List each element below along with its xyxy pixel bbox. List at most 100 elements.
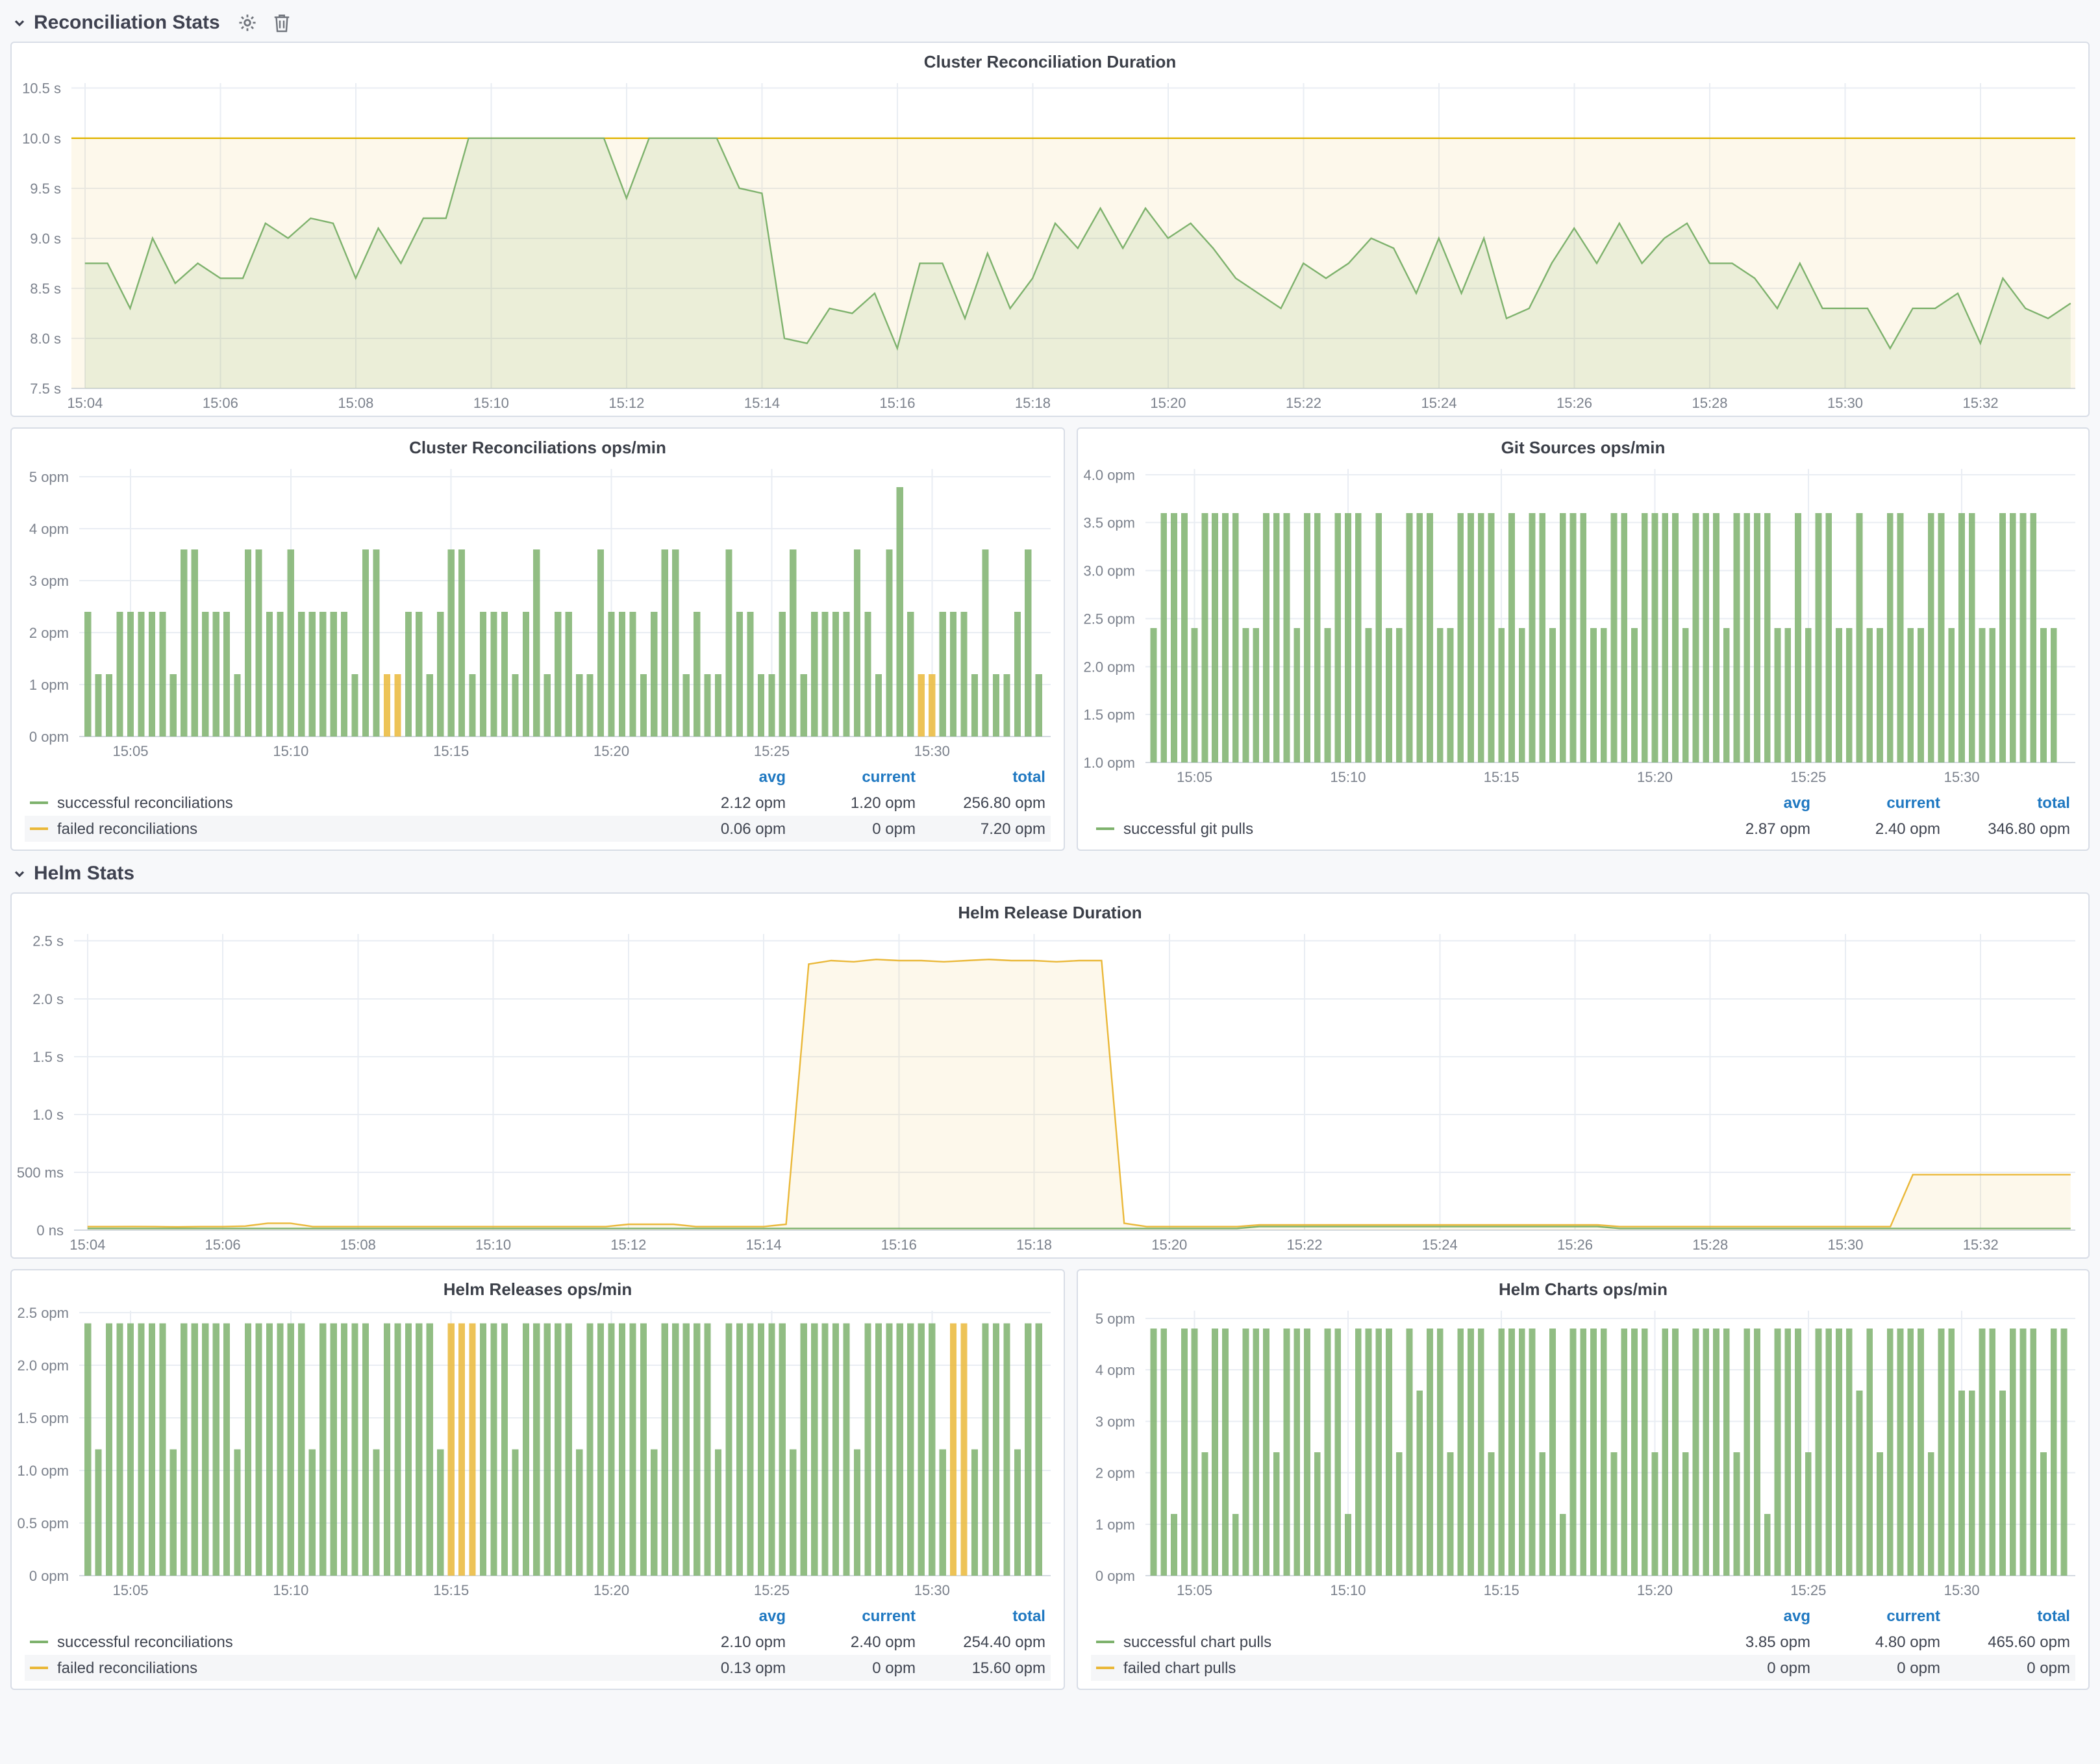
legend-column-current[interactable]: current: [791, 1603, 921, 1629]
legend-value: 346.80 opm: [1945, 816, 2075, 842]
legend-series-name[interactable]: successful reconciliations: [57, 794, 233, 812]
legend-value: 0 opm: [791, 816, 921, 842]
legend-value: 0 opm: [791, 1655, 921, 1681]
legend-helm-charts: avgcurrenttotalsuccessful chart pulls3.8…: [1078, 1603, 2088, 1689]
panel-title[interactable]: Helm Releases ops/min: [12, 1270, 1064, 1302]
svg-text:15:30: 15:30: [1827, 395, 1863, 411]
legend-git-sources: avgcurrenttotalsuccessful git pulls2.87 …: [1078, 790, 2088, 850]
legend-value: 2.10 opm: [661, 1629, 791, 1655]
legend-series-name[interactable]: failed reconciliations: [57, 820, 197, 838]
svg-text:15:28: 15:28: [1692, 1237, 1728, 1253]
svg-text:15:25: 15:25: [754, 743, 790, 759]
chart-helm-releases-opm[interactable]: 15:0515:1015:1515:2015:2515:300 opm0.5 o…: [12, 1302, 1064, 1603]
svg-text:15:25: 15:25: [1790, 1582, 1826, 1598]
legend-column-avg[interactable]: avg: [661, 1603, 791, 1629]
svg-text:500 ms: 500 ms: [17, 1165, 64, 1181]
gear-icon[interactable]: [238, 13, 258, 32]
legend-column-current[interactable]: current: [1816, 1603, 1945, 1629]
svg-text:15:32: 15:32: [1963, 395, 1999, 411]
panel-title[interactable]: Cluster Reconciliations ops/min: [12, 429, 1064, 460]
svg-text:15:25: 15:25: [1790, 769, 1826, 785]
legend-value: 0.13 opm: [661, 1655, 791, 1681]
chart-cluster-reconciliation-duration[interactable]: 15:0415:0615:0815:1015:1215:1415:1615:18…: [12, 74, 2088, 416]
svg-text:15:24: 15:24: [1421, 395, 1456, 411]
section-header-reconciliation-stats[interactable]: Reconciliation Stats: [0, 0, 2100, 42]
legend-column-current[interactable]: current: [1816, 790, 1945, 816]
svg-text:2 opm: 2 opm: [1095, 1465, 1135, 1481]
legend-row: successful chart pulls3.85 opm4.80 opm46…: [1091, 1629, 2075, 1655]
legend-series-name[interactable]: successful reconciliations: [57, 1633, 233, 1651]
legend-column-total[interactable]: total: [921, 764, 1051, 790]
panel-helm-charts-opm: Helm Charts ops/min 15:0515:1015:1515:20…: [1077, 1269, 2090, 1690]
svg-text:9.5 s: 9.5 s: [30, 181, 61, 197]
panel-title[interactable]: Git Sources ops/min: [1078, 429, 2088, 460]
svg-text:10.0 s: 10.0 s: [22, 131, 61, 147]
svg-text:15:10: 15:10: [273, 1582, 308, 1598]
svg-text:0 opm: 0 opm: [1095, 1568, 1135, 1584]
svg-text:4 opm: 4 opm: [29, 521, 69, 537]
svg-text:1 opm: 1 opm: [29, 677, 69, 693]
legend-value: 4.80 opm: [1816, 1629, 1945, 1655]
legend-value: 0.06 opm: [661, 816, 791, 842]
svg-text:15:06: 15:06: [205, 1237, 241, 1253]
trash-icon[interactable]: [273, 13, 292, 32]
legend-series-name[interactable]: failed chart pulls: [1123, 1659, 1236, 1677]
svg-text:15:16: 15:16: [881, 1237, 917, 1253]
svg-text:15:28: 15:28: [1692, 395, 1727, 411]
legend-series-name[interactable]: successful git pulls: [1123, 820, 1253, 838]
legend-column-total[interactable]: total: [1945, 790, 2075, 816]
chart-helm-release-duration[interactable]: 15:0415:0615:0815:1015:1215:1415:1615:18…: [12, 925, 2088, 1257]
svg-text:15:08: 15:08: [340, 1237, 376, 1253]
chevron-down-icon[interactable]: [13, 16, 26, 29]
svg-text:15:15: 15:15: [1484, 769, 1519, 785]
svg-text:1.0 s: 1.0 s: [32, 1107, 64, 1123]
svg-text:5 opm: 5 opm: [29, 469, 69, 485]
chart-helm-charts-opm[interactable]: 15:0515:1015:1515:2015:2515:300 opm1 opm…: [1078, 1302, 2088, 1603]
svg-text:15:30: 15:30: [1944, 769, 1980, 785]
chart-cluster-reconciliations-opm[interactable]: 15:0515:1015:1515:2015:2515:300 opm1 opm…: [12, 460, 1064, 764]
svg-text:2.0 s: 2.0 s: [32, 991, 64, 1007]
svg-text:15:14: 15:14: [744, 395, 780, 411]
legend-value: 2.40 opm: [791, 1629, 921, 1655]
legend-value: 0 opm: [1686, 1655, 1816, 1681]
legend-column-total[interactable]: total: [921, 1603, 1051, 1629]
svg-text:15:30: 15:30: [1827, 1237, 1863, 1253]
svg-text:15:22: 15:22: [1286, 1237, 1322, 1253]
legend-column-total[interactable]: total: [1945, 1603, 2075, 1629]
panel-title[interactable]: Helm Release Duration: [12, 894, 2088, 925]
legend-column-avg[interactable]: avg: [1686, 1603, 1816, 1629]
svg-text:2 opm: 2 opm: [29, 625, 69, 641]
svg-text:15:10: 15:10: [1330, 1582, 1366, 1598]
panel-title[interactable]: Cluster Reconciliation Duration: [12, 43, 2088, 74]
legend-column-avg[interactable]: avg: [1686, 790, 1816, 816]
svg-text:15:32: 15:32: [1963, 1237, 1999, 1253]
svg-text:1.0 opm: 1.0 opm: [1084, 755, 1136, 771]
legend-value: 1.20 opm: [791, 790, 921, 816]
svg-text:15:05: 15:05: [112, 743, 148, 759]
legend-column-current[interactable]: current: [791, 764, 921, 790]
svg-text:15:10: 15:10: [273, 743, 308, 759]
svg-text:2.5 opm: 2.5 opm: [1084, 611, 1136, 627]
section-title-helm-stats[interactable]: Helm Stats: [34, 863, 134, 885]
chart-git-sources-opm[interactable]: 15:0515:1015:1515:2015:2515:301.0 opm1.5…: [1078, 460, 2088, 790]
legend-row: successful reconciliations2.12 opm1.20 o…: [25, 790, 1051, 816]
svg-text:15:10: 15:10: [1330, 769, 1366, 785]
svg-text:0.5 opm: 0.5 opm: [18, 1515, 69, 1531]
svg-text:10.5 s: 10.5 s: [22, 81, 61, 97]
svg-text:7.5 s: 7.5 s: [30, 381, 61, 397]
section-title-reconciliation-stats[interactable]: Reconciliation Stats: [34, 12, 220, 34]
legend-value: 256.80 opm: [921, 790, 1051, 816]
svg-text:2.0 opm: 2.0 opm: [18, 1357, 69, 1374]
panel-title[interactable]: Helm Charts ops/min: [1078, 1270, 2088, 1302]
legend-series-name[interactable]: failed reconciliations: [57, 1659, 197, 1677]
series-color-dash: [30, 1641, 48, 1643]
svg-text:15:05: 15:05: [1177, 769, 1212, 785]
svg-text:2.0 opm: 2.0 opm: [1084, 659, 1136, 675]
svg-text:0 ns: 0 ns: [36, 1222, 64, 1239]
svg-text:15:12: 15:12: [610, 1237, 646, 1253]
legend-column-avg[interactable]: avg: [661, 764, 791, 790]
svg-text:15:15: 15:15: [433, 743, 469, 759]
legend-series-name[interactable]: successful chart pulls: [1123, 1633, 1271, 1651]
section-header-helm-stats[interactable]: Helm Stats: [0, 851, 2100, 892]
chevron-down-icon[interactable]: [13, 867, 26, 880]
